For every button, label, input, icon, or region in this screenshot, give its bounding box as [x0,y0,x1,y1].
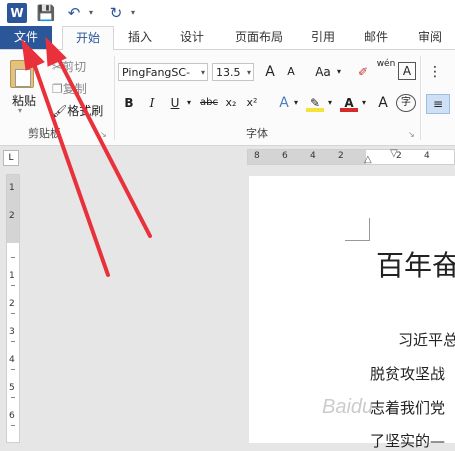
paste-icon[interactable] [10,60,34,88]
ruler-tick [11,257,15,258]
copy-icon: ❐ [52,82,63,96]
character-border-button[interactable]: A [398,62,416,80]
first-line-indent-marker[interactable]: ▽ [390,148,398,159]
ruler-tick [11,369,15,370]
ribbon-tabs: 文件 开始 插入 设计 页面布局 引用 邮件 审阅 [0,26,455,50]
chevron-down-icon: ▾ [246,68,251,77]
tab-review[interactable]: 审阅 [410,26,450,49]
clipboard-launcher-icon[interactable]: ↘ [100,130,107,139]
ruler-number: 6 [9,411,15,421]
tab-selector-icon[interactable]: L [3,150,19,166]
font-size-select[interactable]: 13.5 ▾ [212,63,254,81]
text-effects-icon[interactable]: A [276,94,292,112]
chevron-down-icon[interactable]: ▾ [292,94,300,112]
enclose-characters-icon[interactable]: 字 [396,94,416,112]
format-painter-button[interactable]: 🖌格式刷 [52,102,103,119]
copy-button[interactable]: ❐复制 [52,80,87,97]
bullets-icon[interactable]: ⋮ [428,63,442,81]
chevron-down-icon[interactable]: ▾ [334,63,344,81]
ruler-tick [11,425,15,426]
undo-dropdown-icon[interactable]: ▾ [86,3,96,23]
ruler-number: 2 [9,299,15,309]
cut-label: 剪切 [62,60,87,74]
group-divider [420,56,421,140]
brush-icon: 🖌 [52,104,68,118]
grow-font-button[interactable]: A [262,63,278,81]
watermark-text: Baidu [322,396,374,418]
scissors-icon: ✂ [52,60,63,74]
font-group-label: 字体 [246,127,268,140]
undo-icon[interactable]: ↶ [64,3,84,23]
save-icon[interactable]: 💾 [36,3,56,23]
ruler-margin [248,150,366,164]
ruler-bar: L 8 6 4 2 2 4 ▽ △ [0,146,455,169]
clipboard-group-label: 剪贴板 [28,127,61,140]
paste-button[interactable]: 粘贴 [12,92,36,109]
chevron-down-icon: ▾ [200,68,205,77]
underline-button[interactable]: U [168,94,182,112]
bold-button[interactable]: B [122,94,136,112]
quick-access-toolbar: W 💾 ↶ ▾ ↻ ▾ [0,0,455,26]
ruler-number: 8 [254,151,260,161]
word-logo-icon: W [7,3,27,23]
group-divider [114,56,115,140]
ruler-number: 2 [9,211,15,221]
format-painter-label: 格式刷 [67,104,104,118]
chevron-down-icon[interactable]: ▾ [184,94,194,112]
ruler-number: 1 [9,183,15,193]
font-size-value: 13.5 [216,66,241,79]
tab-references[interactable]: 引用 [303,26,343,49]
ruler-tick [11,285,15,286]
chevron-down-icon[interactable]: ▾ [360,94,368,112]
italic-button[interactable]: I [145,94,159,112]
font-color-icon[interactable]: A [340,94,358,112]
left-indent-marker[interactable]: △ [364,154,372,165]
tab-file[interactable]: 文件 [0,26,52,49]
tab-mailings[interactable]: 邮件 [356,26,396,49]
font-launcher-icon[interactable]: ↘ [408,130,415,139]
ruler-tick [11,397,15,398]
redo-icon[interactable]: ↻ [106,3,126,23]
tab-home[interactable]: 开始 [62,26,114,50]
document-line[interactable]: 志着我们党 [370,397,445,418]
customize-qat-icon[interactable]: ▾ [128,3,138,23]
ruler-number: 5 [9,383,15,393]
copy-label: 复制 [62,82,87,96]
font-family-select[interactable]: PingFangSC- ▾ [118,63,208,81]
align-left-icon[interactable]: ≡ [426,94,450,114]
document-line[interactable]: 了坚实的— [370,430,445,451]
tab-design[interactable]: 设计 [172,26,212,49]
ruler-number: 3 [9,327,15,337]
clear-format-icon[interactable]: ✐ [354,63,372,81]
vertical-ruler[interactable]: 1 2 1 2 3 4 5 6 [6,174,20,443]
font-family-value: PingFangSC- [122,66,191,79]
ruler-number: 4 [310,151,316,161]
horizontal-ruler[interactable]: 8 6 4 2 2 4 ▽ △ [247,148,455,165]
cut-button[interactable]: ✂剪切 [52,58,86,75]
strikethrough-button[interactable]: abc [198,94,220,112]
document-line[interactable]: 习近平总 [398,329,455,350]
change-case-button[interactable]: Aa [312,63,334,81]
ruler-number: 4 [424,151,430,161]
paste-dropdown-icon[interactable]: ▾ [18,106,22,115]
margin-corner-mark [345,218,370,241]
ruler-number: 6 [282,151,288,161]
tab-page-layout[interactable]: 页面布局 [228,26,290,49]
ruler-number: 1 [9,271,15,281]
shrink-font-button[interactable]: A [284,63,298,81]
superscript-button[interactable]: x² [244,94,260,112]
character-shading-icon[interactable]: A [374,94,392,112]
ruler-number: 4 [9,355,15,365]
phonetic-guide-button[interactable]: wén [376,59,396,77]
document-line[interactable]: 脱贫攻坚战 [370,363,445,384]
document-title[interactable]: 百年奋 [376,244,455,284]
tab-insert[interactable]: 插入 [120,26,160,49]
ribbon-home: 粘贴 ▾ ✂剪切 ❐复制 🖌格式刷 剪贴板 ↘ PingFangSC- ▾ 13.… [0,50,455,146]
subscript-button[interactable]: x₂ [223,94,239,112]
ruler-tick [11,313,15,314]
chevron-down-icon[interactable]: ▾ [326,94,334,112]
highlight-icon[interactable]: ✎ [306,94,324,112]
ruler-tick [11,341,15,342]
ruler-number: 2 [338,151,344,161]
